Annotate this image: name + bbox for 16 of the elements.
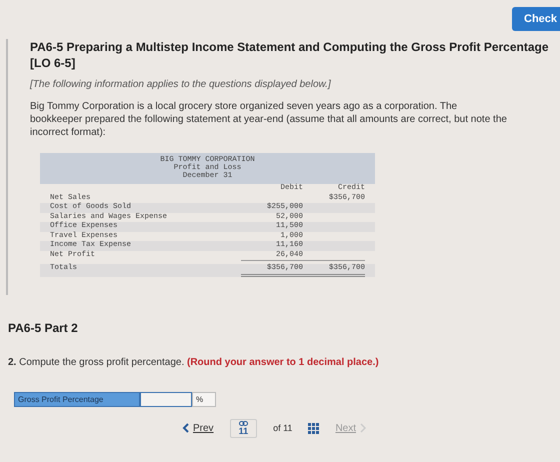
answer-label: Gross Profit Percentage xyxy=(14,392,140,406)
grid-icon[interactable] xyxy=(308,422,320,434)
chevron-right-icon xyxy=(360,423,367,433)
page-number[interactable]: 11 xyxy=(230,418,258,438)
check-button[interactable]: Check xyxy=(512,7,560,31)
answer-field[interactable] xyxy=(140,392,192,406)
question-prompt: 2. Compute the gross profit percentage. (Round your answer to 1 decimal place.) xyxy=(8,356,380,368)
info-note: [The following information applies to the questions displayed below.] xyxy=(30,79,332,90)
part-title: PA6-5 Part 2 xyxy=(8,320,79,334)
question-title: PA6-5 Preparing a Multistep Income Statement and Computing the Gross Profit Percentage [LO 6-5] xyxy=(30,39,550,71)
page-count: of 11 xyxy=(273,423,292,433)
intro-text: Big Tommy Corporation is a local grocery store organized seven years ago as a corporation. The bookkeeper prepared the following statement at year-end (assume that all amounts are correct, but note the incorrect format): xyxy=(30,100,508,139)
unit-label: % xyxy=(192,392,216,406)
prev-link[interactable]: Prev xyxy=(182,422,214,434)
link-icon xyxy=(238,420,248,426)
chevron-left-icon xyxy=(182,423,189,433)
